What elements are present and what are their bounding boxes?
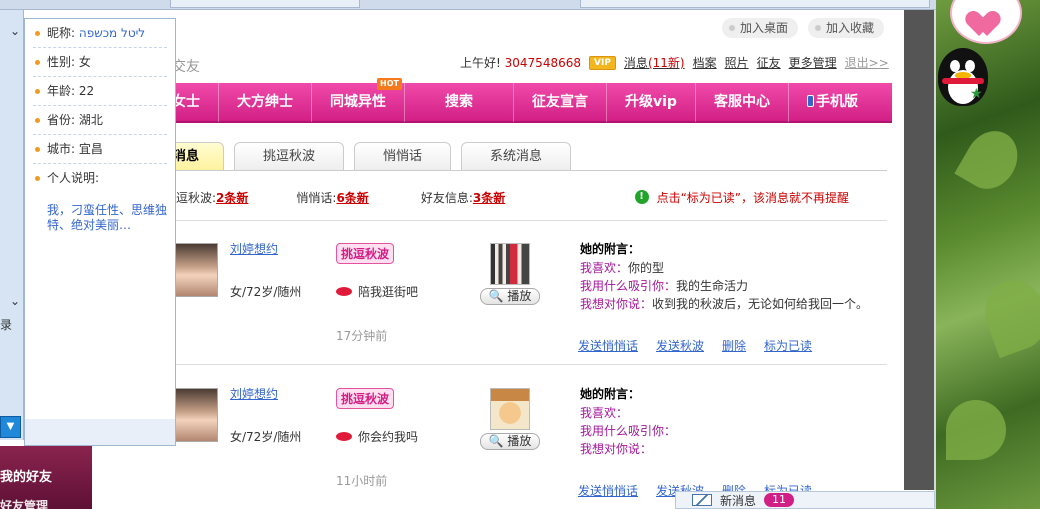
user-avatar[interactable]	[174, 243, 218, 297]
main-nav: 女士 大方绅士 同城异性 HOT 搜索 征友宣言 升级vip 客服中心 手机版	[160, 78, 892, 123]
more-manage-link[interactable]: 更多管理	[789, 54, 837, 71]
flirt-type-badge: 挑逗秋波	[336, 243, 395, 264]
message-time: 11小时前	[336, 474, 388, 488]
nav-gentlemen[interactable]: 大方绅士	[218, 82, 311, 122]
left-side-strip: ⌄ ⌄ 录	[0, 10, 24, 440]
mark-read-link[interactable]: 标为已读	[764, 337, 812, 354]
message-tabs: 消息 挑逗秋波 悄悄话 系统消息	[160, 142, 572, 170]
profile-description: 我，刁蛮任性、思维独特、绝对美丽…	[47, 203, 168, 232]
send-flirt-link[interactable]: 发送秋波	[656, 337, 704, 354]
profile-province: 省份: 湖北	[33, 106, 167, 135]
gift-image[interactable]	[490, 388, 530, 430]
nav-upgrade-vip[interactable]: 升级vip	[606, 82, 695, 122]
strip-arrow-down[interactable]: ⌄	[10, 294, 20, 308]
profile-age: 年龄: 22	[33, 77, 167, 106]
note-say: 我想对你说：	[580, 442, 653, 456]
whisper-count-link[interactable]: 6条新	[336, 191, 368, 205]
nav-declaration[interactable]: 征友宣言	[513, 82, 606, 122]
dropdown-button[interactable]: ▼	[0, 416, 21, 438]
sender-info: 女/72岁/随州	[230, 430, 302, 444]
sender-name-link[interactable]: 刘婷想约	[230, 385, 278, 402]
whisper-summary: 悄悄话:6条新	[296, 190, 369, 205]
sender-info: 女/72岁/随州	[230, 285, 302, 299]
note-say: 我想对你说：收到我的秋波后，无论如何给我回一个。	[580, 297, 869, 311]
lips-icon	[336, 287, 352, 296]
info-icon: !	[634, 190, 649, 204]
site-name: 交友	[172, 59, 200, 75]
delete-link[interactable]: 删除	[722, 337, 746, 354]
user-bar: 上午好! 3047548668 VIP 消息(11新) 档案 照片 征友 更多管…	[460, 54, 889, 71]
friend-summary: 好友信息:3条新	[420, 190, 506, 205]
message-row: 刘婷想约 女/72岁/随州 挑逗秋波 陪我逛街吧 17分钟前 🔍 播放 她的附言…	[160, 221, 887, 365]
tab-whisper[interactable]: 悄悄话	[354, 142, 452, 170]
send-whisper-link[interactable]: 发送悄悄话	[578, 482, 638, 499]
add-favorite-button[interactable]: 加入收藏	[807, 18, 884, 38]
new-message-label: 新消息	[720, 493, 757, 508]
profile-city: 城市: 宜昌	[33, 135, 167, 164]
messages-link[interactable]: 消息(11新)	[624, 54, 685, 71]
nav-local[interactable]: 同城异性 HOT	[311, 78, 404, 122]
gift-image[interactable]	[490, 243, 530, 285]
send-whisper-link[interactable]: 发送悄悄话	[578, 337, 638, 354]
nav-search[interactable]: 搜索	[404, 82, 513, 122]
message-summary: 逗秋波:2条新 悄悄话:6条新 好友信息:3条新 ! 点击“标为已读”，该消息就不…	[176, 182, 887, 212]
flirt-message: 陪我逛街吧	[336, 283, 418, 300]
profile-desc-label: 个人说明:	[33, 164, 167, 193]
flirt-count-link[interactable]: 2条新	[216, 191, 248, 205]
note-attract: 我用什么吸引你：	[580, 424, 677, 438]
note-attract: 我用什么吸引你：我的生命活力	[580, 279, 749, 293]
profile-popup: 昵称: ליטל מכשפה 性别: 女 年龄: 22 省份: 湖北 城市: 宜…	[24, 18, 176, 446]
read-notice: ! 点击“标为已读”，该消息就不再提醒	[634, 189, 849, 206]
row-actions: 发送悄悄话 发送秋波 删除 标为已读	[578, 337, 812, 354]
page-scrollbar[interactable]	[904, 10, 936, 490]
new-message-count: 11	[764, 493, 795, 507]
mail-icon	[692, 494, 712, 506]
dating-link[interactable]: 征友	[757, 54, 781, 71]
tab-flirt[interactable]: 挑逗秋波	[234, 142, 345, 170]
add-desktop-button[interactable]: 加入桌面	[721, 18, 798, 38]
my-friends-label[interactable]: 我的好友	[0, 466, 92, 485]
nav-service[interactable]: 客服中心	[694, 82, 788, 122]
note-likes: 我喜欢：你的型	[580, 261, 665, 275]
vip-badge[interactable]: VIP	[589, 55, 616, 70]
message-row: 刘婷想约 女/72岁/随州 挑逗秋波 你会约我吗 11小时前 🔍 播放 她的附言…	[160, 366, 887, 509]
record-label: 录	[0, 318, 13, 332]
nav-mobile[interactable]: 手机版	[787, 82, 876, 122]
logout-link[interactable]: 退出>>	[845, 54, 889, 71]
photos-link[interactable]: 照片	[725, 54, 749, 71]
note-title: 她的附言：	[580, 242, 641, 256]
flirt-message: 你会约我吗	[336, 428, 418, 445]
left-bottom-panel: 我的好友 好友管理	[0, 446, 92, 509]
friend-manage-label[interactable]: 好友管理	[0, 497, 92, 509]
play-button[interactable]: 🔍 播放	[480, 288, 540, 305]
tab-system[interactable]: 系统消息	[461, 142, 572, 170]
new-message-bar[interactable]: 新消息 11	[675, 491, 935, 509]
hot-badge: HOT	[377, 78, 402, 90]
friend-count-link[interactable]: 3条新	[473, 191, 505, 205]
sender-name-link[interactable]: 刘婷想约	[230, 240, 278, 257]
phone-icon	[806, 95, 814, 107]
note-title: 她的附言：	[580, 387, 641, 401]
play-button[interactable]: 🔍 播放	[480, 433, 540, 450]
greeting-text: 上午好! 3047548668	[460, 56, 581, 70]
flirt-summary: 逗秋波:2条新	[176, 190, 249, 205]
qq-penguin-icon[interactable]: ★	[934, 48, 992, 110]
message-time: 17分钟前	[336, 329, 388, 343]
browser-tab-strip	[0, 0, 936, 10]
profile-gender: 性别: 女	[33, 48, 167, 77]
profile-link[interactable]: 档案	[693, 54, 717, 71]
flirt-type-badge: 挑逗秋波	[336, 388, 395, 409]
profile-nickname: 昵称: ליטל מכשפה	[33, 19, 167, 48]
lips-icon	[336, 432, 352, 441]
desktop-heart-cat-icon[interactable]	[944, 0, 1028, 48]
strip-arrow-up[interactable]: ⌄	[10, 24, 20, 38]
note-likes: 我喜欢：	[580, 406, 629, 420]
user-avatar[interactable]	[174, 388, 218, 442]
